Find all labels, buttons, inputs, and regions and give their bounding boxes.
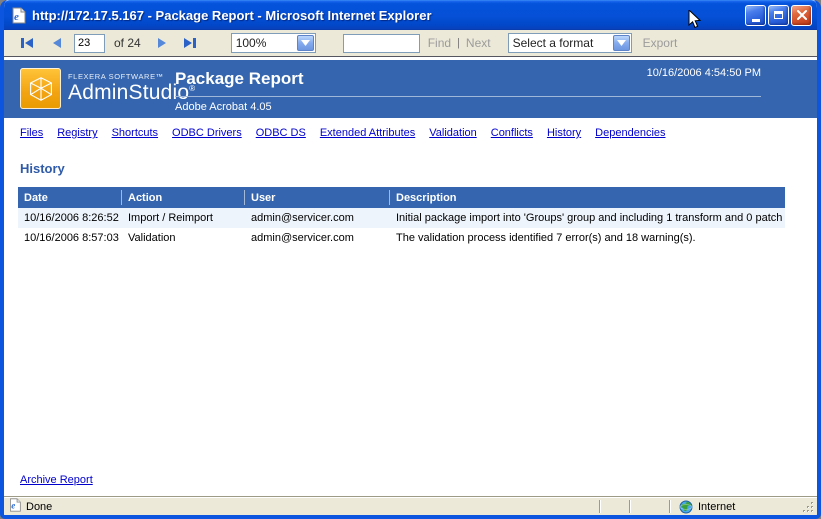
minimize-button[interactable] — [745, 5, 766, 26]
statusbar-divider — [599, 500, 601, 513]
package-name: Adobe Acrobat 4.05 — [175, 101, 272, 113]
column-header-description: Description — [390, 190, 785, 205]
report-page: FLEXERA SOFTWARE™ AdminStudio® Package R… — [4, 57, 817, 496]
zone-label: Internet — [698, 501, 735, 513]
cell-user: admin@servicer.com — [245, 232, 390, 244]
zoom-select[interactable]: 100% — [231, 33, 316, 53]
globe-icon — [679, 500, 693, 514]
window-content: of 24 100% Find | Next — [4, 30, 817, 515]
report-timestamp: 10/16/2006 4:54:50 PM — [647, 67, 761, 79]
nav-link-shortcuts[interactable]: Shortcuts — [112, 127, 158, 139]
maximize-button[interactable] — [768, 5, 789, 26]
page-count-label: of 24 — [114, 36, 141, 50]
maximize-icon — [774, 11, 783, 19]
history-table: Date Action User Description 10/16/2006 … — [18, 187, 785, 248]
column-header-user: User — [245, 190, 390, 205]
table-header-row: Date Action User Description — [18, 187, 785, 208]
ie-page-icon: e — [8, 498, 22, 515]
browser-window: e http://172.17.5.167 - Package Report -… — [0, 0, 821, 519]
cell-user: admin@servicer.com — [245, 212, 390, 224]
export-format-value: Select a format — [509, 34, 612, 52]
next-page-icon — [156, 37, 168, 49]
cell-action: Validation — [122, 232, 245, 244]
statusbar-divider — [629, 500, 631, 513]
first-page-button[interactable] — [16, 35, 38, 51]
archive-report-link[interactable]: Archive Report — [20, 474, 817, 486]
column-header-action: Action — [122, 190, 245, 205]
find-next-button[interactable]: Next — [466, 36, 491, 50]
cell-description: Initial package import into 'Groups' gro… — [390, 212, 785, 224]
export-format-select[interactable]: Select a format — [508, 33, 632, 53]
security-zone: Internet — [671, 500, 799, 514]
svg-text:e: e — [14, 11, 19, 23]
nav-link-history[interactable]: History — [547, 127, 581, 139]
first-page-icon — [20, 37, 34, 49]
last-page-button[interactable] — [179, 35, 201, 51]
column-header-date: Date — [18, 190, 122, 205]
page-title: Package Report — [175, 69, 304, 89]
next-page-button[interactable] — [151, 35, 173, 51]
cell-description: The validation process identified 7 erro… — [390, 232, 785, 244]
adminstudio-cube-icon — [20, 68, 61, 109]
nav-link-conflicts[interactable]: Conflicts — [491, 127, 533, 139]
close-icon — [797, 10, 807, 20]
report-toolbar: of 24 100% Find | Next — [4, 30, 817, 57]
status-bar: e Done Internet — [4, 496, 817, 515]
previous-page-icon — [51, 37, 63, 49]
chevron-down-icon[interactable] — [297, 35, 314, 51]
table-row: 10/16/2006 8:26:52 PM Import / Reimport … — [18, 208, 785, 228]
cell-action: Import / Reimport — [122, 212, 245, 224]
chevron-down-icon[interactable] — [613, 35, 630, 51]
adminstudio-logo: FLEXERA SOFTWARE™ AdminStudio® — [20, 68, 195, 109]
table-row: 10/16/2006 8:57:03 PM Validation admin@s… — [18, 228, 785, 248]
cell-date: 10/16/2006 8:57:03 PM — [18, 232, 122, 244]
ie-page-icon: e — [10, 7, 27, 24]
page-number-input[interactable] — [74, 34, 105, 53]
nav-link-registry[interactable]: Registry — [57, 127, 97, 139]
find-next-separator: | — [457, 37, 460, 49]
export-button[interactable]: Export — [643, 36, 678, 50]
title-bar: e http://172.17.5.167 - Package Report -… — [4, 0, 817, 30]
find-input[interactable] — [343, 34, 420, 53]
history-heading: History — [20, 161, 817, 176]
resize-grip[interactable] — [801, 500, 815, 514]
svg-text:e: e — [11, 501, 15, 511]
previous-page-button[interactable] — [46, 35, 68, 51]
nav-link-files[interactable]: Files — [20, 127, 43, 139]
zoom-value: 100% — [232, 34, 296, 52]
minimize-icon — [752, 19, 760, 22]
last-page-icon — [183, 37, 197, 49]
close-button[interactable] — [791, 5, 812, 26]
nav-link-extended-attributes[interactable]: Extended Attributes — [320, 127, 415, 139]
nav-link-validation[interactable]: Validation — [429, 127, 477, 139]
page-spacer — [4, 248, 817, 474]
nav-link-odbc-ds[interactable]: ODBC DS — [256, 127, 306, 139]
nav-link-odbc-drivers[interactable]: ODBC Drivers — [172, 127, 242, 139]
report-header: FLEXERA SOFTWARE™ AdminStudio® Package R… — [4, 60, 817, 118]
header-divider — [175, 96, 761, 97]
nav-link-dependencies[interactable]: Dependencies — [595, 127, 665, 139]
status-text: Done — [26, 501, 52, 513]
cell-date: 10/16/2006 8:26:52 PM — [18, 212, 122, 224]
window-title: http://172.17.5.167 - Package Report - M… — [32, 8, 745, 23]
find-button[interactable]: Find — [428, 36, 451, 50]
section-nav: Files Registry Shortcuts ODBC Drivers OD… — [4, 118, 817, 145]
